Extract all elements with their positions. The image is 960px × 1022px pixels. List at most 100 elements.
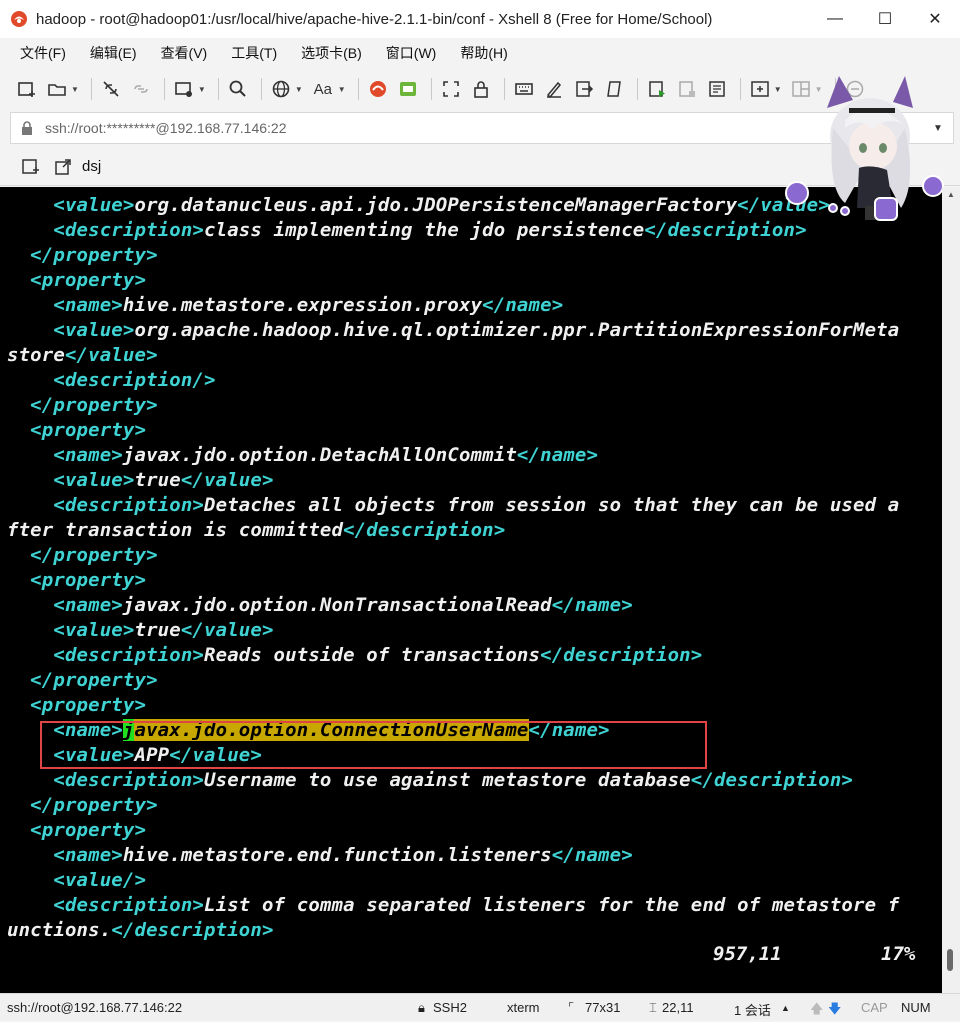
sessions-count-label[interactable]: 1 会话 [734, 1000, 771, 1019]
chevron-down-icon[interactable]: ▼ [198, 85, 206, 94]
resize-icon: ⌜ [568, 1000, 575, 1015]
caps-lock-indicator: CAP [861, 1000, 888, 1015]
xml-content-text: javax.jdo.option.DetachAllOnCommit [122, 444, 517, 466]
notes-icon[interactable] [704, 76, 730, 102]
xml-tag-text: <value> [7, 469, 135, 491]
xftp-icon[interactable] [365, 76, 391, 102]
menu-file[interactable]: 文件(F) [20, 43, 66, 63]
upload-arrow-icon: 🡅 [810, 1001, 824, 1016]
xml-content-text: store [7, 344, 65, 366]
terminal-line: <value>true</value> [7, 468, 274, 493]
scroll-up-icon[interactable]: ▲ [942, 187, 960, 201]
fullscreen-icon[interactable] [438, 76, 464, 102]
session-properties-icon[interactable] [171, 76, 197, 102]
run-script-icon[interactable] [644, 76, 670, 102]
menu-edit[interactable]: 编辑(E) [90, 43, 137, 63]
xshell-logo-icon [11, 11, 27, 27]
terminal-line: </property> [7, 793, 158, 818]
xml-tag-text: <property> [7, 269, 147, 291]
xml-tag-text: </value> [180, 619, 274, 641]
pen-icon[interactable] [541, 76, 567, 102]
open-link-icon[interactable] [50, 154, 76, 180]
terminal-line: <name>hive.metastore.end.function.listen… [7, 843, 633, 868]
terminal-line: <description>Reads outside of transactio… [7, 643, 702, 668]
menu-tab[interactable]: 选项卡(B) [301, 43, 362, 63]
connection-status: ssh://root@192.168.77.146:22 [7, 1000, 183, 1015]
terminal-line: </property> [7, 243, 158, 268]
session-tab-dsj[interactable]: dsj [82, 158, 101, 175]
vertical-scrollbar[interactable]: ▲ [942, 187, 960, 993]
chevron-down-icon[interactable]: ▼ [338, 85, 346, 94]
link-icon[interactable] [128, 76, 154, 102]
xml-tag-text: <description> [7, 769, 205, 791]
terminal-line: <property> [7, 418, 146, 443]
open-folder-icon[interactable] [44, 76, 70, 102]
lock-icon[interactable] [468, 76, 494, 102]
search-icon[interactable] [225, 76, 251, 102]
chevron-up-icon[interactable]: ▲ [781, 1003, 790, 1013]
terminal-line: <description>class implementing the jdo … [7, 218, 807, 243]
menu-view[interactable]: 查看(V) [161, 43, 208, 63]
xml-tag-text: </name> [516, 444, 599, 466]
xml-tag-text: </value> [64, 344, 158, 366]
xml-tag-text: <property> [7, 419, 147, 441]
transfer-icon[interactable] [571, 76, 597, 102]
terminal-line: <name>javax.jdo.option.DetachAllOnCommit… [7, 443, 598, 468]
close-button[interactable]: ✕ [910, 0, 960, 38]
xml-tag-text: <description/> [7, 369, 216, 391]
xml-tag-text: </property> [7, 244, 158, 266]
menu-window[interactable]: 窗口(W) [386, 43, 437, 63]
terminal-line: fter transaction is committed</descripti… [7, 518, 505, 543]
keyboard-icon[interactable] [511, 76, 537, 102]
xml-content-text: true [134, 619, 181, 641]
terminal-line: <value/> [7, 868, 146, 893]
xml-tag-text: <value> [7, 319, 135, 341]
session-manager-icon[interactable] [18, 154, 44, 180]
xml-content-text: fter transaction is committed [7, 519, 344, 541]
xml-content-text: Detaches all objects from session so tha… [204, 494, 900, 516]
xml-tag-text: </description> [540, 644, 703, 666]
xml-tag-text: <description> [7, 644, 205, 666]
font-icon[interactable]: Aa [309, 76, 337, 102]
terminal-line: unctions.</description> [7, 918, 274, 943]
terminal-size-label: 77x31 [585, 1000, 621, 1015]
disconnect-icon[interactable] [98, 76, 124, 102]
xml-tag-text: <description> [7, 219, 205, 241]
globe-icon[interactable] [268, 76, 294, 102]
terminal-type-label: xterm [507, 1000, 540, 1015]
script-icon[interactable] [601, 76, 627, 102]
mascot-sticker-image [785, 76, 944, 221]
cursor-position-label: 22,11 [662, 1000, 694, 1015]
xml-tag-text: <name> [7, 444, 123, 466]
toolbar-divider [163, 78, 165, 100]
xml-tag-text: <value> [7, 194, 135, 216]
menu-help[interactable]: 帮助(H) [460, 43, 507, 63]
menu-tools[interactable]: 工具(T) [231, 43, 277, 63]
terminal-area[interactable]: unctions.</description> <description>Lis… [0, 187, 942, 993]
xml-content-text: class implementing the jdo persistence [204, 219, 645, 241]
new-session-icon[interactable] [14, 76, 40, 102]
lock-icon: 🔒︎ [418, 1000, 425, 1015]
terminal-line: <name>javax.jdo.option.NonTransactionalR… [7, 593, 633, 618]
new-tab-icon[interactable] [747, 76, 773, 102]
xml-tag-text: </value> [180, 469, 274, 491]
terminal-line: <description/> [7, 368, 216, 393]
scroll-thumb[interactable] [947, 949, 953, 971]
xml-tag-text: <description> [7, 894, 205, 916]
stop-script-icon[interactable] [674, 76, 700, 102]
xml-tag-text: </property> [7, 544, 158, 566]
terminal-line: <property> [7, 268, 146, 293]
xml-tag-text: </name> [551, 594, 633, 616]
toolbar-divider [503, 78, 505, 100]
minimize-button[interactable]: — [810, 0, 860, 38]
maximize-button[interactable]: ☐ [860, 0, 910, 38]
terminal-line: <property> [7, 818, 146, 843]
terminal-line: </property> [7, 668, 158, 693]
toolbar-divider [260, 78, 262, 100]
xml-content-text: hive.metastore.expression.proxy [122, 294, 483, 316]
chevron-down-icon[interactable]: ▼ [295, 85, 303, 94]
xml-content-text: true [134, 469, 181, 491]
xml-content-text: hive.metastore.end.function.listeners [122, 844, 552, 866]
xmanager-icon[interactable] [395, 76, 421, 102]
chevron-down-icon[interactable]: ▼ [71, 85, 79, 94]
